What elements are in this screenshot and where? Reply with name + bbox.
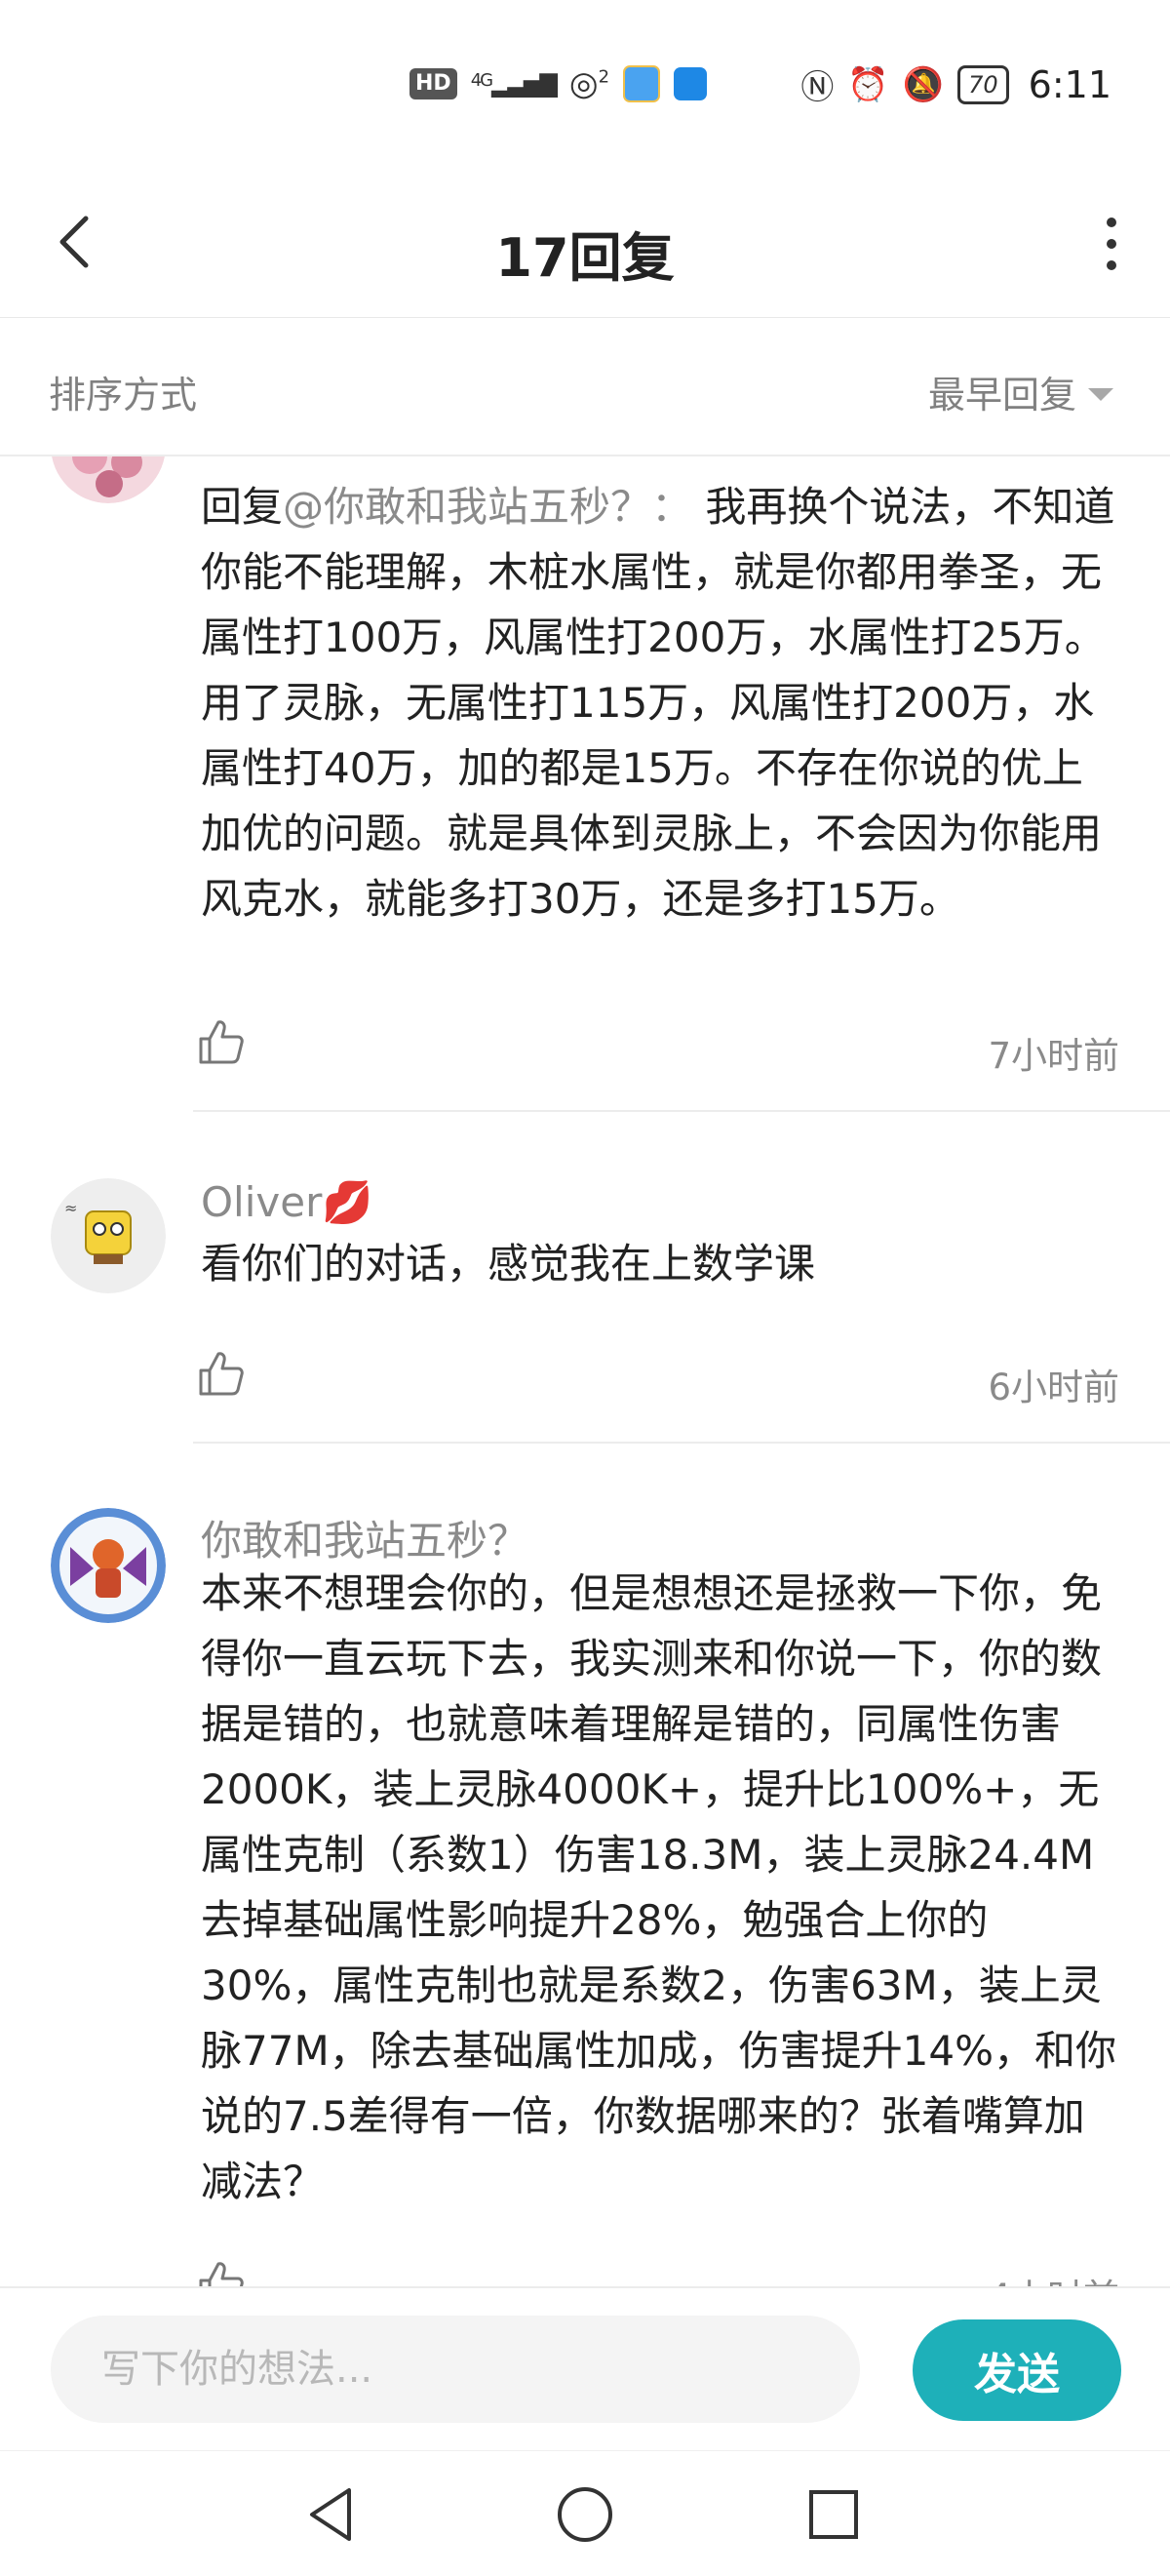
divider	[193, 1442, 1170, 1444]
comment-text: 本来不想理会你的，但是想想还是拯救一下你，免得你一直云玩下去，我实测来和你说一下…	[201, 1569, 1117, 2205]
nfc-icon: Ⓝ	[800, 68, 835, 107]
status-left-icons: HD 4G▂▃▅▇ ◎2	[410, 64, 708, 103]
more-vertical-icon	[1107, 218, 1116, 227]
avatar[interactable]: ≈	[51, 1178, 166, 1293]
system-navigation-bar	[0, 2450, 1170, 2576]
comment-input[interactable]	[51, 2316, 860, 2423]
clock: 6:11	[1028, 62, 1112, 106]
hotspot-count: 2	[598, 66, 610, 88]
reply-prefix: 回复	[201, 483, 284, 531]
square-recents-icon	[809, 2490, 858, 2539]
comment-text: 回复@你敢和我站五秒？： 我再换个说法，不知道你能不能理解，木桩水属性，就是你都…	[201, 474, 1117, 931]
comment-text: 看你们的对话，感觉我在上数学课	[201, 1240, 816, 1288]
more-vertical-icon-dot	[1107, 260, 1116, 270]
status-bar: HD 4G▂▃▅▇ ◎2 Ⓝ ⏰ 🔕 70 6:11	[0, 0, 1170, 176]
avatar-image	[51, 1508, 166, 1623]
comment-time: 7小时前	[988, 1035, 1119, 1077]
more-options-button[interactable]	[1092, 205, 1131, 283]
hd-icon: HD	[410, 68, 457, 99]
comment-time: 6小时前	[988, 1367, 1119, 1408]
alarm-icon: ⏰	[847, 64, 889, 104]
top-app-bar: 17回复	[0, 176, 1170, 318]
comment-list[interactable]: 回复@你敢和我站五秒？： 我再换个说法，不知道你能不能理解，木桩水属性，就是你都…	[0, 456, 1170, 2286]
comment-composer: 发送	[0, 2286, 1170, 2452]
comment-body: 我再换个说法，不知道你能不能理解，木桩水属性，就是你都用拳圣，无属性打100万，…	[201, 483, 1115, 923]
nav-back-button[interactable]	[298, 2480, 367, 2549]
avatar[interactable]	[51, 1508, 166, 1623]
svg-text:≈: ≈	[64, 1199, 77, 1217]
commenter-name[interactable]: Oliver💋	[201, 1178, 373, 1227]
caret-down-icon	[1088, 388, 1113, 401]
like-button[interactable]	[197, 1349, 246, 1398]
commenter-name[interactable]: 你敢和我站五秒？	[201, 1508, 528, 1567]
status-right-icons: Ⓝ ⏰ 🔕 70 6:11	[800, 60, 1112, 108]
more-vertical-icon-dot	[1107, 239, 1116, 249]
network-type: 4G	[470, 70, 493, 91]
circle-home-icon	[558, 2487, 612, 2542]
hotspot-icon: ◎2	[568, 64, 610, 103]
thumbs-up-icon	[199, 2262, 244, 2286]
like-button[interactable]	[197, 2259, 246, 2286]
sort-label: 排序方式	[49, 374, 198, 416]
triangle-back-icon	[310, 2488, 351, 2541]
thumbs-up-icon	[199, 1020, 244, 1064]
avatar-image	[52, 456, 165, 503]
nav-home-button[interactable]	[551, 2480, 619, 2549]
sort-dropdown[interactable]: 最早回复	[928, 365, 1113, 418]
sort-bar: 排序方式 最早回复	[0, 318, 1170, 456]
battery-icon: 70	[957, 64, 1009, 104]
nav-recents-button[interactable]	[800, 2480, 868, 2549]
weather-app-icon	[623, 65, 661, 102]
avatar[interactable]	[51, 456, 166, 503]
divider	[193, 1110, 1170, 1112]
like-button[interactable]	[197, 1017, 246, 1066]
page-title: 17回复	[495, 227, 675, 289]
send-button[interactable]: 发送	[913, 2319, 1121, 2421]
thumbs-up-icon	[199, 1352, 244, 1396]
app-notification-icon	[674, 67, 708, 100]
signal-icon: 4G▂▃▅▇	[470, 70, 558, 98]
mute-icon: 🔕	[902, 64, 945, 104]
sort-selected-value: 最早回复	[927, 374, 1076, 416]
reply-mention[interactable]: @你敢和我站五秒？：	[283, 483, 692, 531]
avatar-image: ≈	[51, 1178, 166, 1293]
comment-time: 4小时前	[988, 2268, 1119, 2286]
